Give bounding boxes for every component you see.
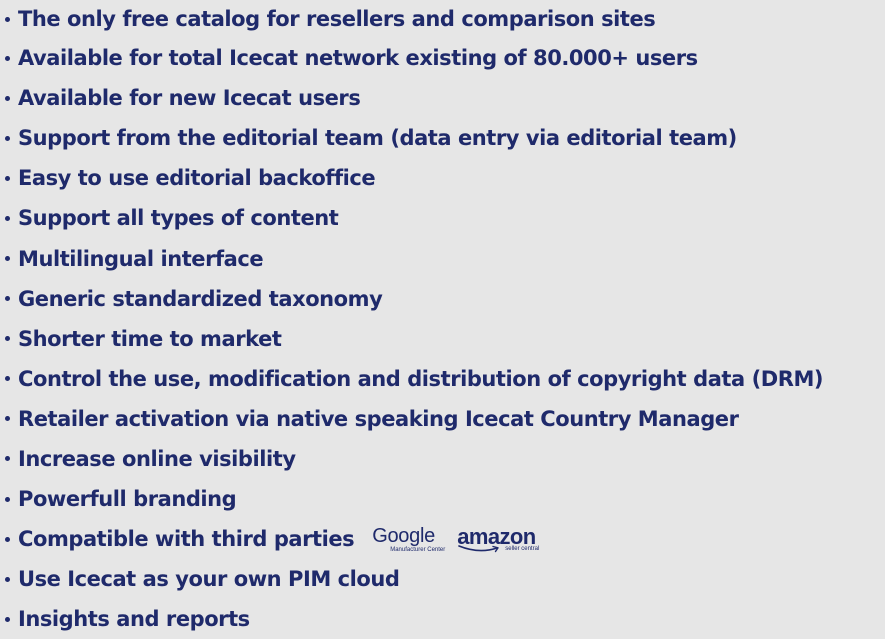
list-item: The only free catalog for resellers and … (5, 0, 823, 38)
bullet-icon (5, 496, 10, 502)
feature-text: Insights and reports (18, 607, 250, 632)
feature-text: Control the use, modification and distri… (18, 366, 824, 391)
bullet-icon (5, 55, 10, 61)
feature-text: Easy to use editorial backoffice (18, 166, 376, 191)
bullet-icon (5, 456, 10, 462)
bullet-icon (5, 256, 10, 262)
amazon-logo-bottom: seller central (457, 544, 540, 553)
list-item-third-parties: Compatible with third parties Google Man… (5, 519, 823, 559)
feature-text: Shorter time to market (18, 326, 282, 351)
google-manufacturer-center-logo: Google Manufacturer Center (372, 526, 445, 553)
list-item: Shorter time to market (5, 319, 823, 359)
bullet-icon (5, 95, 10, 101)
feature-text: Use Icecat as your own PIM cloud (18, 567, 400, 592)
feature-list: The only free catalog for resellers and … (5, 0, 823, 639)
feature-text: Available for new Icecat users (18, 86, 361, 111)
list-item: Generic standardized taxonomy (5, 279, 823, 319)
amazon-seller-central-logo: amazon seller central (457, 525, 540, 553)
bullet-icon (5, 336, 10, 342)
bullet-icon (5, 416, 10, 422)
bullet-icon (5, 135, 10, 141)
bullet-icon (5, 175, 10, 181)
list-item: Available for new Icecat users (5, 78, 823, 118)
list-item: Use Icecat as your own PIM cloud (5, 559, 823, 599)
amazon-smile-icon (458, 544, 499, 552)
bullet-icon (5, 296, 10, 302)
feature-text: Available for total Icecat network exist… (18, 46, 698, 71)
list-item: Increase online visibility (5, 439, 823, 479)
feature-text: Generic standardized taxonomy (18, 286, 383, 311)
feature-text: Multilingual interface (18, 246, 264, 271)
google-logo-sub: Manufacturer Center (390, 546, 446, 553)
bullet-icon (5, 16, 10, 22)
feature-text: Increase online visibility (18, 446, 296, 471)
google-logo-word: Google (372, 524, 435, 547)
feature-text: The only free catalog for resellers and … (18, 7, 656, 31)
bullet-icon (5, 215, 10, 221)
feature-text: Compatible with third parties (18, 527, 355, 552)
list-item: Support all types of content (5, 198, 823, 238)
list-item: Available for total Icecat network exist… (5, 38, 823, 78)
list-item: Support from the editorial team (data en… (5, 118, 823, 158)
bullet-icon (5, 576, 10, 582)
bullet-icon (5, 536, 10, 542)
bullet-icon (5, 616, 10, 622)
list-item: Control the use, modification and distri… (5, 359, 823, 399)
feature-text: Support all types of content (18, 206, 339, 231)
list-item: Retailer activation via native speaking … (5, 399, 823, 439)
partner-logos: Google Manufacturer Center amazon seller… (372, 522, 539, 556)
list-item: Insights and reports (5, 599, 823, 639)
amazon-logo-sub: seller central (505, 545, 540, 552)
list-item: Multilingual interface (5, 238, 823, 278)
feature-text: Retailer activation via native speaking … (18, 406, 739, 431)
feature-text: Support from the editorial team (data en… (18, 126, 737, 151)
list-item: Powerfull branding (5, 479, 823, 519)
feature-text: Powerfull branding (18, 487, 237, 512)
list-item: Easy to use editorial backoffice (5, 158, 823, 198)
bullet-icon (5, 376, 10, 382)
